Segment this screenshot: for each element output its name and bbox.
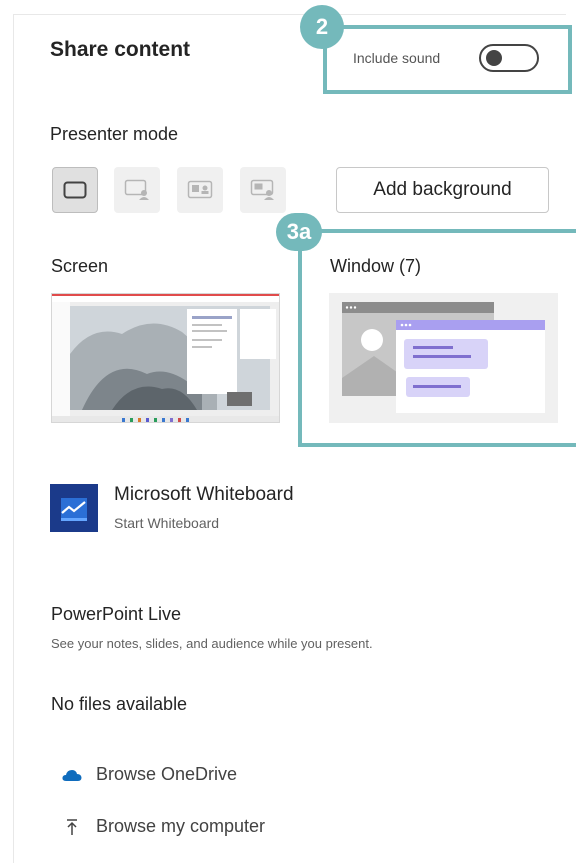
side-by-side-icon xyxy=(187,180,213,199)
include-sound-label: Include sound xyxy=(353,50,441,66)
include-sound-toggle[interactable] xyxy=(479,44,539,72)
onedrive-cloud-icon xyxy=(62,769,82,781)
powerpoint-live-description: See your notes, slides, and audience whi… xyxy=(51,636,373,651)
browse-onedrive-link[interactable]: Browse OneDrive xyxy=(62,764,237,785)
whiteboard-app-icon[interactable] xyxy=(50,484,98,532)
callout-badge-window: 3a xyxy=(276,213,322,251)
whiteboard-title[interactable]: Microsoft Whiteboard xyxy=(114,484,294,506)
browse-computer-label: Browse my computer xyxy=(96,816,266,836)
presenter-mode-label: Presenter mode xyxy=(50,124,179,144)
whiteboard-subtitle: Start Whiteboard xyxy=(114,515,220,531)
presenter-mode-standout-button[interactable] xyxy=(114,167,160,213)
powerpoint-live-title: PowerPoint Live xyxy=(51,604,182,624)
monitor-icon xyxy=(63,181,87,199)
screen-section-label: Screen xyxy=(51,256,109,276)
browse-onedrive-label: Browse OneDrive xyxy=(96,764,238,784)
upload-icon xyxy=(67,818,77,835)
whiteboard-icon xyxy=(61,498,87,521)
reporter-icon xyxy=(250,179,274,200)
presenter-mode-content-only-button[interactable] xyxy=(52,167,98,213)
window-illustration-icon xyxy=(342,302,545,413)
add-background-button[interactable]: Add background xyxy=(336,167,549,213)
window-thumbnail[interactable] xyxy=(329,293,558,423)
screen-thumbnail[interactable] xyxy=(51,293,280,423)
toggle-knob xyxy=(486,50,502,66)
standout-icon xyxy=(124,179,149,200)
callout-badge-sound: 2 xyxy=(300,5,344,49)
panel-title: Share content xyxy=(50,38,191,61)
presenter-mode-reporter-button[interactable] xyxy=(240,167,286,213)
no-files-text: No files available xyxy=(51,694,188,714)
presenter-mode-side-by-side-button[interactable] xyxy=(177,167,223,213)
window-section-label: Window (7) xyxy=(330,256,422,276)
desktop-preview-image xyxy=(52,294,279,422)
browse-computer-link[interactable]: Browse my computer xyxy=(64,816,265,837)
